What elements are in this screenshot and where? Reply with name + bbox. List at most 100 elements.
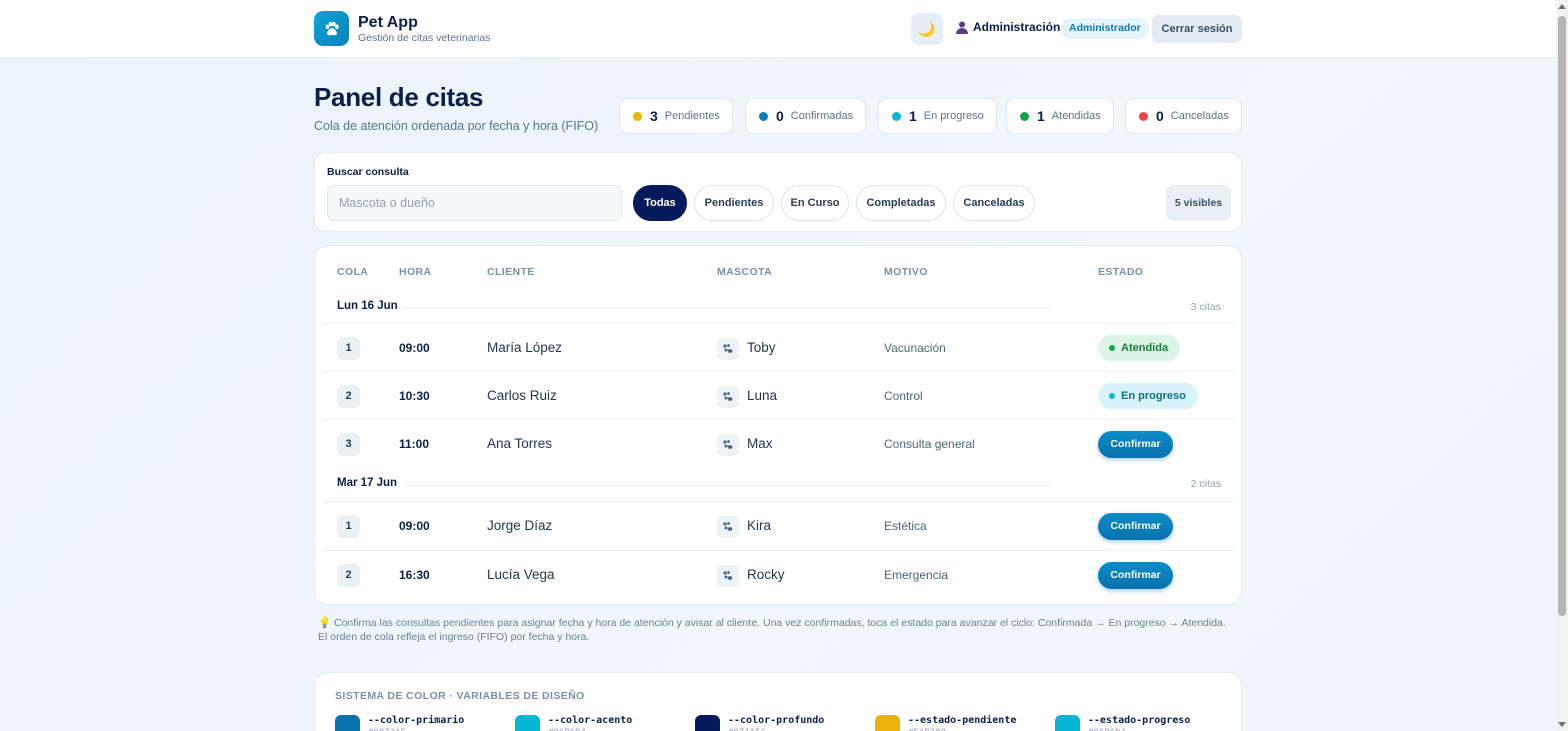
appointment-time: 09:00 [399,341,430,355]
stat-label: Pendientes [664,110,720,122]
status-dot [892,111,901,121]
paw-icon [717,434,739,456]
filter-chip-completadas[interactable]: Completadas [856,185,946,221]
table-row[interactable]: 1 09:00 Jorge Díaz Kira Estética Confirm… [323,501,1235,549]
swatch-name: --estado-pendiente [908,715,1017,726]
filter-chip-todas[interactable]: Todas [633,185,687,221]
queue-number: 2 [337,564,360,587]
stat-count: 3 [650,108,658,124]
pet-name: Kira [747,518,772,533]
column-header-motivo: MOTIVO [884,266,928,278]
filter-chip-canceladas[interactable]: Canceladas [953,185,1035,221]
help-hint: 💡 Confirma las consultas pendientes para… [318,616,1228,644]
appointments-table: COLA HORA CLIENTE MASCOTA MOTIVO ESTADO … [314,245,1242,605]
swatch-name: --color-profundo [728,715,825,726]
stat-confirmadas: 0 Confirmadas [745,98,867,134]
search-label: Buscar consulta [327,166,409,178]
table-row[interactable]: 2 10:30 Carlos Ruiz Luna Control En prog… [323,371,1235,419]
lightbulb-icon: 💡 [318,617,332,629]
table-row[interactable]: 3 11:00 Ana Torres Max Consulta general … [323,419,1235,467]
hint-text: Confirma las consultas pendientes para a… [318,617,1226,643]
appointment-time: 11:00 [399,437,430,451]
design-system-title: SISTEMA DE COLOR · VARIABLES DE DISEÑO [335,690,585,702]
table-row[interactable]: 1 09:00 María López Toby Vacunación Aten… [323,323,1235,371]
date-group-count: 2 citas [1190,478,1221,490]
divider [405,485,1051,486]
stat-pendientes: 3 Pendientes [619,98,733,134]
date-group-label: Lun 16 Jun [337,300,398,312]
pet-name: Max [747,436,773,451]
divider [403,308,1051,309]
date-group-label: Mar 17 Jun [337,477,398,489]
column-header-hora: HORA [399,266,432,278]
status-badge[interactable]: En progreso [1098,383,1198,409]
color-swatch: --color-profundo#071A5C [695,715,824,731]
stat-label: Canceladas [1170,110,1229,122]
status-badge[interactable]: Atendida [1098,335,1181,361]
appointment-reason: Control [884,389,923,403]
status-label: En progreso [1121,390,1186,402]
brand[interactable]: Pet App Gestión de citas veterinarias [314,11,490,46]
moon-icon: 🌙 [918,20,936,37]
paw-icon [717,338,739,360]
filter-chip-en-curso[interactable]: En Curso [781,185,849,221]
swatch-name: --color-acento [548,715,633,726]
theme-toggle-button[interactable]: 🌙 [911,13,943,45]
pet-name: Toby [747,340,776,355]
appointment-reason: Estética [884,519,927,533]
client-name: Carlos Ruiz [487,388,557,403]
swatch-color [875,715,900,731]
logout-button[interactable]: Cerrar sesión [1152,15,1242,43]
color-swatch: --color-acento#06B6D4 [515,715,632,731]
confirm-button[interactable]: Confirmar [1098,562,1173,589]
top-bar: Pet App Gestión de citas veterinarias 🌙 … [0,0,1556,58]
color-swatch: --color-primario#0872AE [335,715,464,731]
queue-number: 2 [337,385,360,408]
stat-label: Confirmadas [790,110,854,122]
status-dot [1139,111,1148,121]
swatch-color [1055,715,1080,731]
user-icon [956,21,968,34]
stat-count: 0 [776,108,784,124]
date-group-header: Mar 17 Jun 2 citas [315,470,1241,500]
column-header-cola: COLA [337,266,369,278]
role-badge: Administrador [1061,18,1149,39]
status-dot [1109,393,1115,399]
paw-logo-icon [314,11,349,46]
page-scrollbar[interactable] [1556,0,1568,731]
filter-chip-pendientes[interactable]: Pendientes [694,185,774,221]
scroll-thumb[interactable] [1558,16,1566,616]
swatch-name: --estado-progreso [1088,715,1191,726]
client-name: Jorge Díaz [487,518,553,533]
column-header-mascota: MASCOTA [717,266,773,278]
client-name: Lucía Vega [487,567,555,582]
status-dot [759,111,768,121]
stat-count: 1 [1037,108,1045,124]
stat-label: Atendidas [1051,110,1101,122]
appointment-time: 09:00 [399,519,430,533]
paw-icon [717,386,739,408]
stat-count: 1 [909,108,917,124]
date-group-count: 3 citas [1190,301,1221,313]
stat-atendidas: 1 Atendidas [1006,98,1114,134]
swatch-color [515,715,540,731]
table-row[interactable]: 2 16:30 Lucía Vega Rocky Emergencia Conf… [323,550,1235,598]
color-swatch: --estado-progreso#06B6D4 [1055,715,1190,731]
status-dot [633,111,642,121]
scroll-down-arrow-icon[interactable] [1558,722,1566,727]
user-name: Administración [973,20,1061,34]
confirm-button[interactable]: Confirmar [1098,513,1173,540]
pet-name: Rocky [747,567,785,582]
swatch-name: --color-primario [368,715,465,726]
appointment-reason: Consulta general [884,437,975,451]
user-menu[interactable]: Administración [956,20,1060,34]
search-input[interactable] [327,185,622,221]
page-subtitle: Cola de atención ordenada por fecha y ho… [314,119,599,133]
app-title: Pet App [358,13,418,31]
paw-icon [717,516,739,538]
paw-icon [717,565,739,587]
scroll-up-arrow-icon[interactable] [1558,4,1566,9]
client-name: Ana Torres [487,436,553,451]
client-name: María López [487,340,563,355]
confirm-button[interactable]: Confirmar [1098,431,1173,458]
